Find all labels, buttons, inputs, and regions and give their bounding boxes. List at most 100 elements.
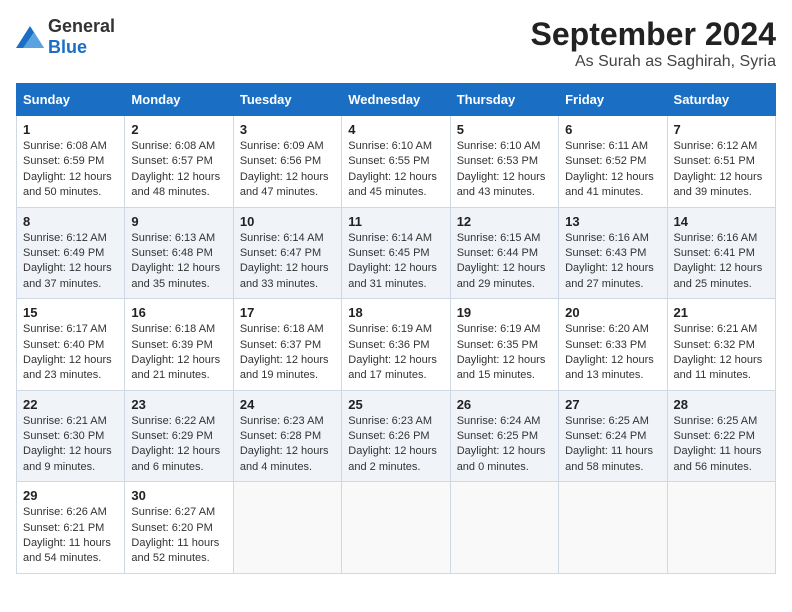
- day-number: 14: [674, 214, 769, 229]
- calendar-day-cell: 6 Sunrise: 6:11 AMSunset: 6:52 PMDaylight…: [559, 116, 667, 208]
- day-number: 17: [240, 305, 335, 320]
- day-info: Sunrise: 6:18 AMSunset: 6:39 PMDaylight:…: [131, 323, 220, 381]
- day-info: Sunrise: 6:19 AMSunset: 6:36 PMDaylight:…: [348, 323, 437, 381]
- day-number: 10: [240, 214, 335, 229]
- day-info: Sunrise: 6:26 AMSunset: 6:21 PMDaylight:…: [23, 506, 111, 564]
- day-number: 9: [131, 214, 226, 229]
- logo-general: General: [48, 16, 115, 36]
- calendar-day-cell: 1Sunrise: 6:08 AMSunset: 6:59 PMDaylight…: [17, 116, 125, 208]
- day-info: Sunrise: 6:12 AMSunset: 6:49 PMDaylight:…: [23, 232, 112, 290]
- day-number: 22: [23, 397, 118, 412]
- day-info: Sunrise: 6:16 AMSunset: 6:43 PMDaylight:…: [565, 232, 654, 290]
- calendar-day-cell: 16 Sunrise: 6:18 AMSunset: 6:39 PMDayligh…: [125, 299, 233, 391]
- day-info: Sunrise: 6:20 AMSunset: 6:33 PMDaylight:…: [565, 323, 654, 381]
- day-info: Sunrise: 6:09 AMSunset: 6:56 PMDaylight:…: [240, 140, 329, 198]
- day-info: Sunrise: 6:19 AMSunset: 6:35 PMDaylight:…: [457, 323, 546, 381]
- header-friday: Friday: [559, 84, 667, 116]
- sub-title: As Surah as Saghirah, Syria: [531, 53, 776, 71]
- calendar-day-cell: 20 Sunrise: 6:20 AMSunset: 6:33 PMDayligh…: [559, 299, 667, 391]
- calendar-week-row: 8Sunrise: 6:12 AMSunset: 6:49 PMDaylight…: [17, 207, 776, 299]
- day-info: Sunrise: 6:21 AMSunset: 6:30 PMDaylight:…: [23, 415, 112, 473]
- day-info: Sunrise: 6:14 AMSunset: 6:45 PMDaylight:…: [348, 232, 437, 290]
- calendar-day-cell: 3Sunrise: 6:09 AMSunset: 6:56 PMDaylight…: [233, 116, 341, 208]
- day-number: 11: [348, 214, 443, 229]
- header-thursday: Thursday: [450, 84, 558, 116]
- calendar-day-cell: 23 Sunrise: 6:22 AMSunset: 6:29 PMDayligh…: [125, 390, 233, 482]
- day-number: 25: [348, 397, 443, 412]
- day-number: 16: [131, 305, 226, 320]
- calendar-day-cell: 19 Sunrise: 6:19 AMSunset: 6:35 PMDayligh…: [450, 299, 558, 391]
- calendar-day-cell: 14 Sunrise: 6:16 AMSunset: 6:41 PMDayligh…: [667, 207, 775, 299]
- day-info: Sunrise: 6:23 AMSunset: 6:26 PMDaylight:…: [348, 415, 437, 473]
- day-info: Sunrise: 6:25 AMSunset: 6:24 PMDaylight:…: [565, 415, 653, 473]
- logo-icon: [16, 26, 44, 48]
- calendar-day-cell: 30 Sunrise: 6:27 AMSunset: 6:20 PMDayligh…: [125, 482, 233, 574]
- calendar-day-cell: 24Sunrise: 6:23 AMSunset: 6:28 PMDayligh…: [233, 390, 341, 482]
- day-info: Sunrise: 6:17 AMSunset: 6:40 PMDaylight:…: [23, 323, 112, 381]
- day-number: 1: [23, 122, 118, 137]
- day-number: 13: [565, 214, 660, 229]
- day-number: 19: [457, 305, 552, 320]
- logo-text: General Blue: [48, 16, 115, 58]
- calendar-week-row: 1Sunrise: 6:08 AMSunset: 6:59 PMDaylight…: [17, 116, 776, 208]
- header-saturday: Saturday: [667, 84, 775, 116]
- calendar-week-row: 15 Sunrise: 6:17 AMSunset: 6:40 PMDayligh…: [17, 299, 776, 391]
- calendar-day-cell: 8Sunrise: 6:12 AMSunset: 6:49 PMDaylight…: [17, 207, 125, 299]
- day-info: Sunrise: 6:14 AMSunset: 6:47 PMDaylight:…: [240, 232, 329, 290]
- calendar-day-cell: 18 Sunrise: 6:19 AMSunset: 6:36 PMDayligh…: [342, 299, 450, 391]
- main-title: September 2024: [531, 16, 776, 53]
- calendar-day-cell: 12 Sunrise: 6:15 AMSunset: 6:44 PMDayligh…: [450, 207, 558, 299]
- day-info: Sunrise: 6:10 AMSunset: 6:55 PMDaylight:…: [348, 140, 437, 198]
- day-number: 20: [565, 305, 660, 320]
- day-info: Sunrise: 6:12 AMSunset: 6:51 PMDaylight:…: [674, 140, 763, 198]
- calendar-day-cell: 4Sunrise: 6:10 AMSunset: 6:55 PMDaylight…: [342, 116, 450, 208]
- day-info: Sunrise: 6:11 AMSunset: 6:52 PMDaylight:…: [565, 140, 654, 198]
- day-number: 28: [674, 397, 769, 412]
- header-sunday: Sunday: [17, 84, 125, 116]
- logo: General Blue: [16, 16, 115, 58]
- calendar-header-row: Sunday Monday Tuesday Wednesday Thursday…: [17, 84, 776, 116]
- day-number: 5: [457, 122, 552, 137]
- day-number: 24: [240, 397, 335, 412]
- day-number: 7: [674, 122, 769, 137]
- logo-blue: Blue: [48, 37, 87, 57]
- day-number: 15: [23, 305, 118, 320]
- day-info: Sunrise: 6:18 AMSunset: 6:37 PMDaylight:…: [240, 323, 329, 381]
- calendar-week-row: 29Sunrise: 6:26 AMSunset: 6:21 PMDayligh…: [17, 482, 776, 574]
- calendar-day-cell: 15 Sunrise: 6:17 AMSunset: 6:40 PMDayligh…: [17, 299, 125, 391]
- day-info: Sunrise: 6:15 AMSunset: 6:44 PMDaylight:…: [457, 232, 546, 290]
- calendar-day-cell: 9 Sunrise: 6:13 AMSunset: 6:48 PMDaylight…: [125, 207, 233, 299]
- day-info: Sunrise: 6:21 AMSunset: 6:32 PMDaylight:…: [674, 323, 763, 381]
- calendar-day-cell: [667, 482, 775, 574]
- calendar-day-cell: [559, 482, 667, 574]
- calendar-day-cell: 29Sunrise: 6:26 AMSunset: 6:21 PMDayligh…: [17, 482, 125, 574]
- calendar-day-cell: [450, 482, 558, 574]
- calendar-day-cell: [233, 482, 341, 574]
- day-number: 12: [457, 214, 552, 229]
- calendar-day-cell: 26 Sunrise: 6:24 AMSunset: 6:25 PMDayligh…: [450, 390, 558, 482]
- day-number: 30: [131, 488, 226, 503]
- calendar-week-row: 22 Sunrise: 6:21 AMSunset: 6:30 PMDayligh…: [17, 390, 776, 482]
- day-info: Sunrise: 6:10 AMSunset: 6:53 PMDaylight:…: [457, 140, 546, 198]
- calendar-day-cell: 21 Sunrise: 6:21 AMSunset: 6:32 PMDayligh…: [667, 299, 775, 391]
- calendar-day-cell: 27Sunrise: 6:25 AMSunset: 6:24 PMDayligh…: [559, 390, 667, 482]
- calendar-day-cell: 25 Sunrise: 6:23 AMSunset: 6:26 PMDayligh…: [342, 390, 450, 482]
- day-info: Sunrise: 6:16 AMSunset: 6:41 PMDaylight:…: [674, 232, 763, 290]
- day-number: 6: [565, 122, 660, 137]
- calendar-table: Sunday Monday Tuesday Wednesday Thursday…: [16, 83, 776, 574]
- title-section: September 2024 As Surah as Saghirah, Syr…: [531, 16, 776, 71]
- day-info: Sunrise: 6:13 AMSunset: 6:48 PMDaylight:…: [131, 232, 220, 290]
- day-number: 21: [674, 305, 769, 320]
- day-info: Sunrise: 6:08 AMSunset: 6:57 PMDaylight:…: [131, 140, 220, 198]
- header-wednesday: Wednesday: [342, 84, 450, 116]
- day-number: 23: [131, 397, 226, 412]
- day-number: 26: [457, 397, 552, 412]
- day-number: 18: [348, 305, 443, 320]
- day-info: Sunrise: 6:27 AMSunset: 6:20 PMDaylight:…: [131, 506, 219, 564]
- page-header: General Blue September 2024 As Surah as …: [16, 16, 776, 71]
- day-number: 2: [131, 122, 226, 137]
- day-info: Sunrise: 6:24 AMSunset: 6:25 PMDaylight:…: [457, 415, 546, 473]
- calendar-day-cell: [342, 482, 450, 574]
- header-monday: Monday: [125, 84, 233, 116]
- day-info: Sunrise: 6:22 AMSunset: 6:29 PMDaylight:…: [131, 415, 220, 473]
